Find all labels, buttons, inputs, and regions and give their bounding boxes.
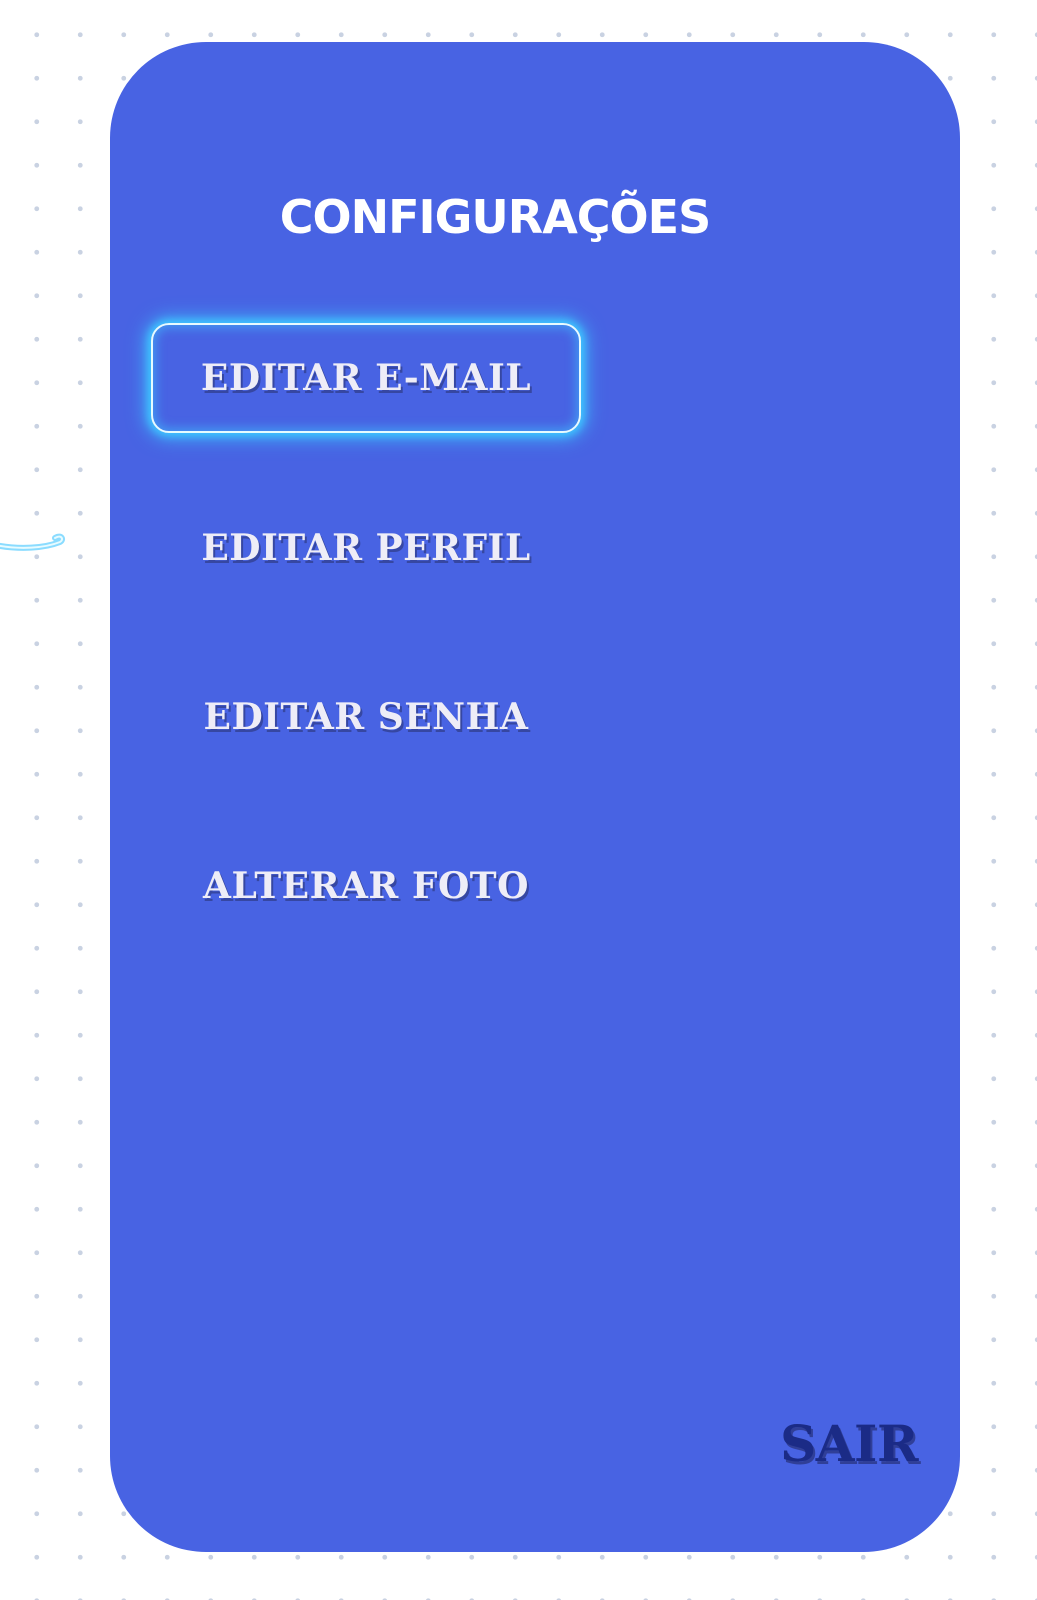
edit-password-button[interactable]: EDITAR SENHA [151,662,581,772]
settings-panel: CONFIGURAÇÕES EDITAR E-MAIL EDITAR PERFI… [110,42,960,1552]
edit-profile-label: EDITAR PERFIL [201,527,531,569]
exit-button[interactable]: SAIR [780,1414,918,1473]
edit-email-button[interactable]: EDITAR E-MAIL [151,323,581,433]
change-photo-label: ALTERAR FOTO [203,865,529,907]
change-photo-button[interactable]: ALTERAR FOTO [151,831,581,941]
edit-email-label: EDITAR E-MAIL [200,357,532,399]
edit-profile-button[interactable]: EDITAR PERFIL [151,493,581,603]
edit-password-label: EDITAR SENHA [203,696,529,738]
neon-squiggle-decoration [0,533,66,551]
page-title: CONFIGURAÇÕES [279,190,711,244]
